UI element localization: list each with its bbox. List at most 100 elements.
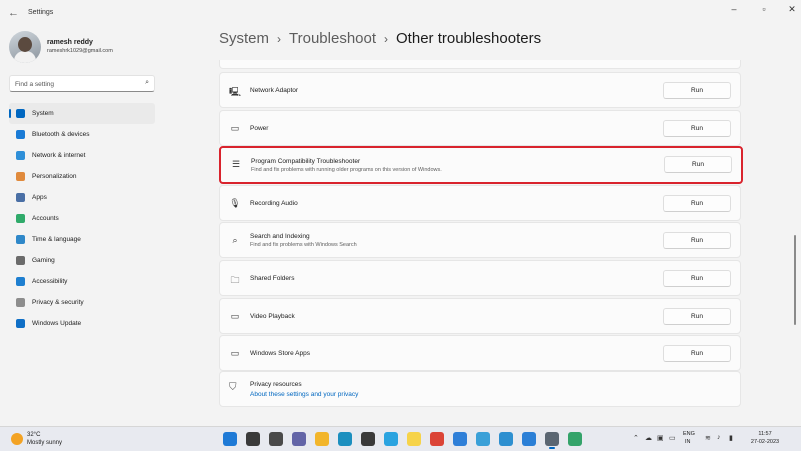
sidebar-item-bluetooth-devices[interactable]: Bluetooth & devices [9,124,155,145]
telegram-icon[interactable] [384,432,398,446]
sidebar-item-label: Gaming [32,257,55,264]
sidebar-item-accounts[interactable]: Accounts [9,208,155,229]
chevron-up-icon[interactable]: ⌃ [633,434,639,442]
troubleshooter-card: ▭ Video Playback Run [219,297,741,334]
todo-icon[interactable] [453,432,467,446]
sidebar-item-gaming[interactable]: Gaming [9,250,155,271]
controller-icon [16,256,25,265]
battery-icon[interactable]: ▮ [729,434,733,442]
accessibility-icon [16,277,25,286]
weather-temp[interactable]: 32°C [27,432,40,438]
sidebar-item-label: System [32,110,54,117]
wifi-icon[interactable]: ≋ [705,434,711,442]
search-icon[interactable]: ⌕ [145,79,149,87]
sun-cloud-icon[interactable] [11,433,23,445]
sidebar-item-windows-update[interactable]: Windows Update [9,313,155,334]
title-bar: ← Settings – ▫ ✕ [0,0,801,28]
run-button[interactable]: Run [663,232,731,250]
settings-window: ← Settings – ▫ ✕ ramesh reddy rameshrk10… [0,0,801,426]
search-icon: ⌕ [232,235,238,246]
chrome-icon[interactable] [430,432,444,446]
video-icon: ▭ [230,310,240,321]
sidebar-item-label: Network & internet [32,152,86,159]
battery-charge-icon[interactable]: ▭ [669,434,676,442]
system-icon [16,109,25,118]
troubleshooter-title: Recording Audio [250,199,298,207]
folder-icon: 🗀 [230,275,240,285]
camera-icon[interactable]: ▣ [657,434,664,442]
spotify-like-icon[interactable] [568,432,582,446]
troubleshooter-card: ⌕ Search and Indexing Find and fix problem… [219,222,741,259]
troubleshooter-card: 🎙 Recording Audio Run [219,184,741,221]
sidebar-item-system[interactable]: System [9,103,155,124]
slack-icon[interactable] [361,432,375,446]
taskbar: 32°C Mostly sunny ⌃ ☁ ▣ ▭ ENG IN ≋ ♪ ▮ 1… [0,426,801,451]
windows-start-icon[interactable] [223,432,237,446]
language-indicator[interactable]: ENG [683,431,695,437]
region-indicator[interactable]: IN [685,439,691,445]
volume-icon[interactable]: ♪ [717,434,721,441]
sidebar-item-label: Time & language [32,236,81,243]
sidebar-item-privacy-security[interactable]: Privacy & security [9,292,155,313]
task-view-icon[interactable] [269,432,283,446]
previous-card-edge [219,60,741,69]
sidebar-item-network-internet[interactable]: Network & internet [9,145,155,166]
troubleshooter-description: Find and fix problems with running older… [251,167,442,174]
close-icon[interactable]: ✕ [785,4,799,15]
privacy-link[interactable]: About these settings and your privacy [250,391,358,398]
sidebar-item-time-language[interactable]: Time & language [9,229,155,250]
brush-icon [16,172,25,181]
sidebar-item-label: Accounts [32,215,59,222]
sidebar-item-apps[interactable]: Apps [9,187,155,208]
run-button[interactable]: Run [663,194,731,212]
run-button[interactable]: Run [663,307,731,325]
clock-date[interactable]: 27-02-2023 [745,439,785,445]
chevron-right-icon: › [277,32,282,46]
sidebar-item-label: Accessibility [32,278,68,285]
run-button[interactable]: Run [664,156,732,174]
back-arrow-icon[interactable]: ← [8,7,19,19]
run-button[interactable]: Run [663,270,731,287]
sidebar-item-accessibility[interactable]: Accessibility [9,271,155,292]
weather-condition[interactable]: Mostly sunny [27,440,62,446]
troubleshooter-card: 🗀 Shared Folders Run [219,260,741,296]
settings-search-box[interactable]: ⌕ [9,75,155,92]
run-button[interactable]: Run [663,119,731,137]
clock-time[interactable]: 11:57 [745,431,785,437]
settings-icon[interactable] [545,432,559,449]
minimize-icon[interactable]: – [727,4,741,14]
avatar[interactable] [9,31,41,63]
troubleshooter-title: Shared Folders [250,275,295,282]
sticky-notes-icon[interactable] [407,432,421,446]
snipping-icon[interactable] [522,432,536,446]
troubleshooter-title: Program Compatibility Troubleshooter [251,158,361,166]
run-button[interactable]: Run [663,345,731,363]
troubleshooter-title: Network Adaptor [250,87,299,94]
person-icon [16,214,25,223]
maximize-icon[interactable]: ▫ [757,4,771,14]
sidebar-item-label: Apps [32,194,47,201]
search-input[interactable] [15,78,135,90]
troubleshooter-title: Windows Store Apps [250,350,310,358]
battery-icon: ▭ [230,122,240,133]
apps-icon [16,193,25,202]
troubleshooter-card: ▭ Windows Store Apps Run [219,335,741,372]
sidebar-item-personalization[interactable]: Personalization [9,166,155,187]
file-explorer-icon[interactable] [315,432,329,446]
microphone-icon: 🎙 [229,197,241,208]
scrollbar[interactable] [794,235,796,325]
search-icon[interactable] [246,432,260,446]
breadcrumb-troubleshoot[interactable]: Troubleshoot [289,30,376,47]
run-button[interactable]: Run [663,82,731,99]
shield-icon: ⛉ [229,382,237,393]
cloud-icon[interactable]: ☁ [645,434,652,442]
troubleshooter-card: 🖳 Network Adaptor Run [219,72,741,108]
gallery-icon[interactable] [499,432,513,446]
photos-icon[interactable] [476,432,490,446]
troubleshooter-title: Power [250,124,269,132]
globe-clock-icon [16,235,25,244]
update-icon [16,319,25,328]
teams-chat-icon[interactable] [292,432,306,446]
edge-icon[interactable] [338,432,352,446]
breadcrumb-system[interactable]: System [219,30,269,47]
